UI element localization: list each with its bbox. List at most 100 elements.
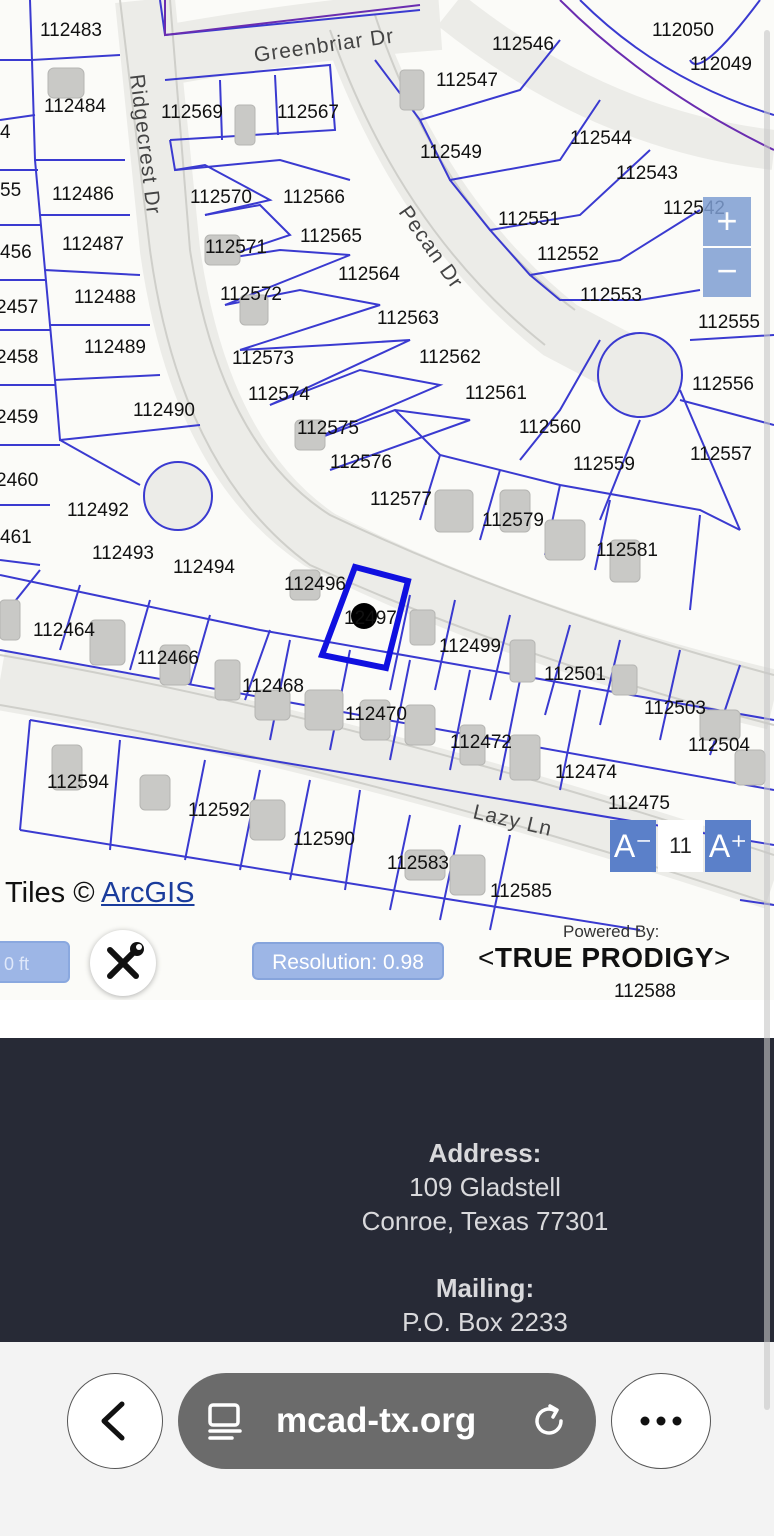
- parcel-label: 112577: [370, 489, 432, 510]
- parcel-label: 112488: [74, 287, 136, 308]
- parcel-label: 112496: [284, 574, 346, 595]
- parcel-label: 456: [0, 242, 32, 263]
- parcel-label: 112574: [248, 384, 310, 405]
- parcel-label: 112565: [300, 226, 362, 247]
- font-increase-button[interactable]: A⁺: [705, 820, 751, 872]
- parcel-label: 112499: [439, 636, 501, 657]
- parcel-label: 112553: [580, 285, 642, 306]
- parcel-label: 112570: [190, 187, 252, 208]
- scale-bar: 0 ft: [0, 941, 70, 983]
- parcel-label: 112563: [377, 308, 439, 329]
- scrollbar[interactable]: [764, 30, 770, 1410]
- mailing-line-1: P.O. Box 2233: [402, 1307, 568, 1337]
- address-line-1: 109 Gladstell: [409, 1172, 561, 1202]
- parcel-label: 2458: [0, 347, 38, 368]
- reload-icon[interactable]: [528, 1400, 570, 1442]
- parcel-label: 112560: [519, 417, 581, 438]
- roads: [0, 0, 774, 909]
- parcel-label: 112050: [652, 20, 714, 41]
- parcel-label: 2457: [0, 297, 38, 318]
- zoom-out-button[interactable]: −: [703, 247, 751, 297]
- tools-button[interactable]: [90, 930, 156, 996]
- parcel-label: 112573: [232, 348, 294, 369]
- resolution-indicator: Resolution: 0.98: [252, 942, 444, 980]
- parcel-label: 12497: [344, 608, 397, 629]
- parcel-label: 112579: [482, 510, 544, 531]
- zoom-in-button[interactable]: +: [703, 197, 751, 247]
- font-decrease-button[interactable]: A⁻: [610, 820, 656, 872]
- parcel-label: 112483: [40, 20, 102, 41]
- map-attribution: Tiles © ArcGIS: [5, 877, 195, 910]
- parcel-label: 112562: [419, 347, 481, 368]
- parcel-label: 2460: [0, 470, 38, 491]
- parcel-label: 112561: [465, 383, 527, 404]
- font-size-value: 11: [658, 820, 703, 872]
- parcel-label: 112049: [690, 54, 752, 75]
- parcel-label: 112490: [133, 400, 195, 421]
- parcel-label: 112501: [544, 664, 606, 685]
- parcel-label: 2459: [0, 407, 38, 428]
- parcel-label: 4: [0, 122, 11, 143]
- parcel-label: 112503: [644, 698, 706, 719]
- parcel-label: 112470: [345, 704, 407, 725]
- parcel-label: 112585: [490, 881, 552, 902]
- parcel-label: 112544: [570, 128, 632, 149]
- parcel-label: 112569: [161, 102, 223, 123]
- parcel-label: 112572: [220, 284, 282, 305]
- parcel-label: 112468: [242, 676, 304, 697]
- parcel-label: 112475: [608, 793, 670, 814]
- parcel-label: 112493: [92, 543, 154, 564]
- parcel-label: 112466: [137, 648, 199, 669]
- wrench-screwdriver-icon: [107, 942, 144, 979]
- attribution-text: Tiles ©: [5, 877, 95, 909]
- parcel-label: 112546: [492, 34, 554, 55]
- url-text[interactable]: mcad-tx.org: [276, 1373, 476, 1469]
- parcel-label: 112464: [33, 620, 95, 641]
- parcel-label: 112576: [330, 452, 392, 473]
- parcel-label: 112583: [387, 853, 449, 874]
- parcel-label: 112549: [420, 142, 482, 163]
- ellipsis-icon: [640, 1416, 682, 1426]
- powered-by-label: Powered By:: [563, 922, 660, 941]
- back-button[interactable]: [67, 1373, 163, 1469]
- parcel-label: 461: [0, 527, 32, 548]
- parcel-label: 112559: [573, 454, 635, 475]
- site-settings-icon[interactable]: [206, 1401, 246, 1441]
- parcel-label: 112557: [690, 444, 752, 465]
- parcel-label: 112588: [614, 981, 676, 1000]
- parcel-label: 112592: [188, 800, 250, 821]
- parcel-label: 112590: [293, 829, 355, 850]
- parcel-label: 112484: [44, 96, 106, 117]
- more-options-button[interactable]: [611, 1373, 711, 1469]
- parcel-label: 112556: [692, 374, 754, 395]
- parcel-map[interactable]: Greenbriar Dr Ridgecrest Dr Pecan Dr Laz…: [0, 0, 774, 1000]
- parcel-label: 112566: [283, 187, 345, 208]
- parcel-label: 55: [0, 180, 21, 201]
- parcel-label: 112571: [205, 237, 267, 258]
- page-gap: [0, 1000, 774, 1038]
- chevron-left-icon: [101, 1401, 125, 1441]
- parcel-label: 112555: [698, 312, 760, 333]
- parcel-label: 112547: [436, 70, 498, 91]
- parcel-label: 112504: [688, 735, 750, 756]
- parcel-label: 112567: [277, 102, 339, 123]
- address-heading: Address:: [428, 1138, 542, 1168]
- parcel-label: 112487: [62, 234, 124, 255]
- parcel-label: 112551: [498, 209, 560, 230]
- mailing-heading: Mailing:: [435, 1273, 535, 1303]
- zoom-control: + −: [703, 197, 751, 297]
- brand-name: TRUE PRODIGY: [494, 942, 714, 973]
- arcgis-link[interactable]: ArcGIS: [101, 877, 194, 909]
- address-line-2: Conroe, Texas 77301: [361, 1206, 609, 1236]
- parcel-label: 112492: [67, 500, 129, 521]
- parcel-label: 112552: [537, 244, 599, 265]
- parcel-label: 112564: [338, 264, 400, 285]
- parcel-label: 112494: [173, 557, 235, 578]
- site-footer: Address: 109 Gladstell Conroe, Texas 773…: [0, 1038, 774, 1342]
- parcel-label: 112486: [52, 184, 114, 205]
- true-prodigy-logo[interactable]: <TRUE PRODIGY>: [478, 942, 731, 974]
- address-bar[interactable]: mcad-tx.org: [178, 1373, 596, 1469]
- parcel-label: 112472: [450, 732, 512, 753]
- parcel-label: 112474: [555, 762, 617, 783]
- parcel-label: 112543: [616, 163, 678, 184]
